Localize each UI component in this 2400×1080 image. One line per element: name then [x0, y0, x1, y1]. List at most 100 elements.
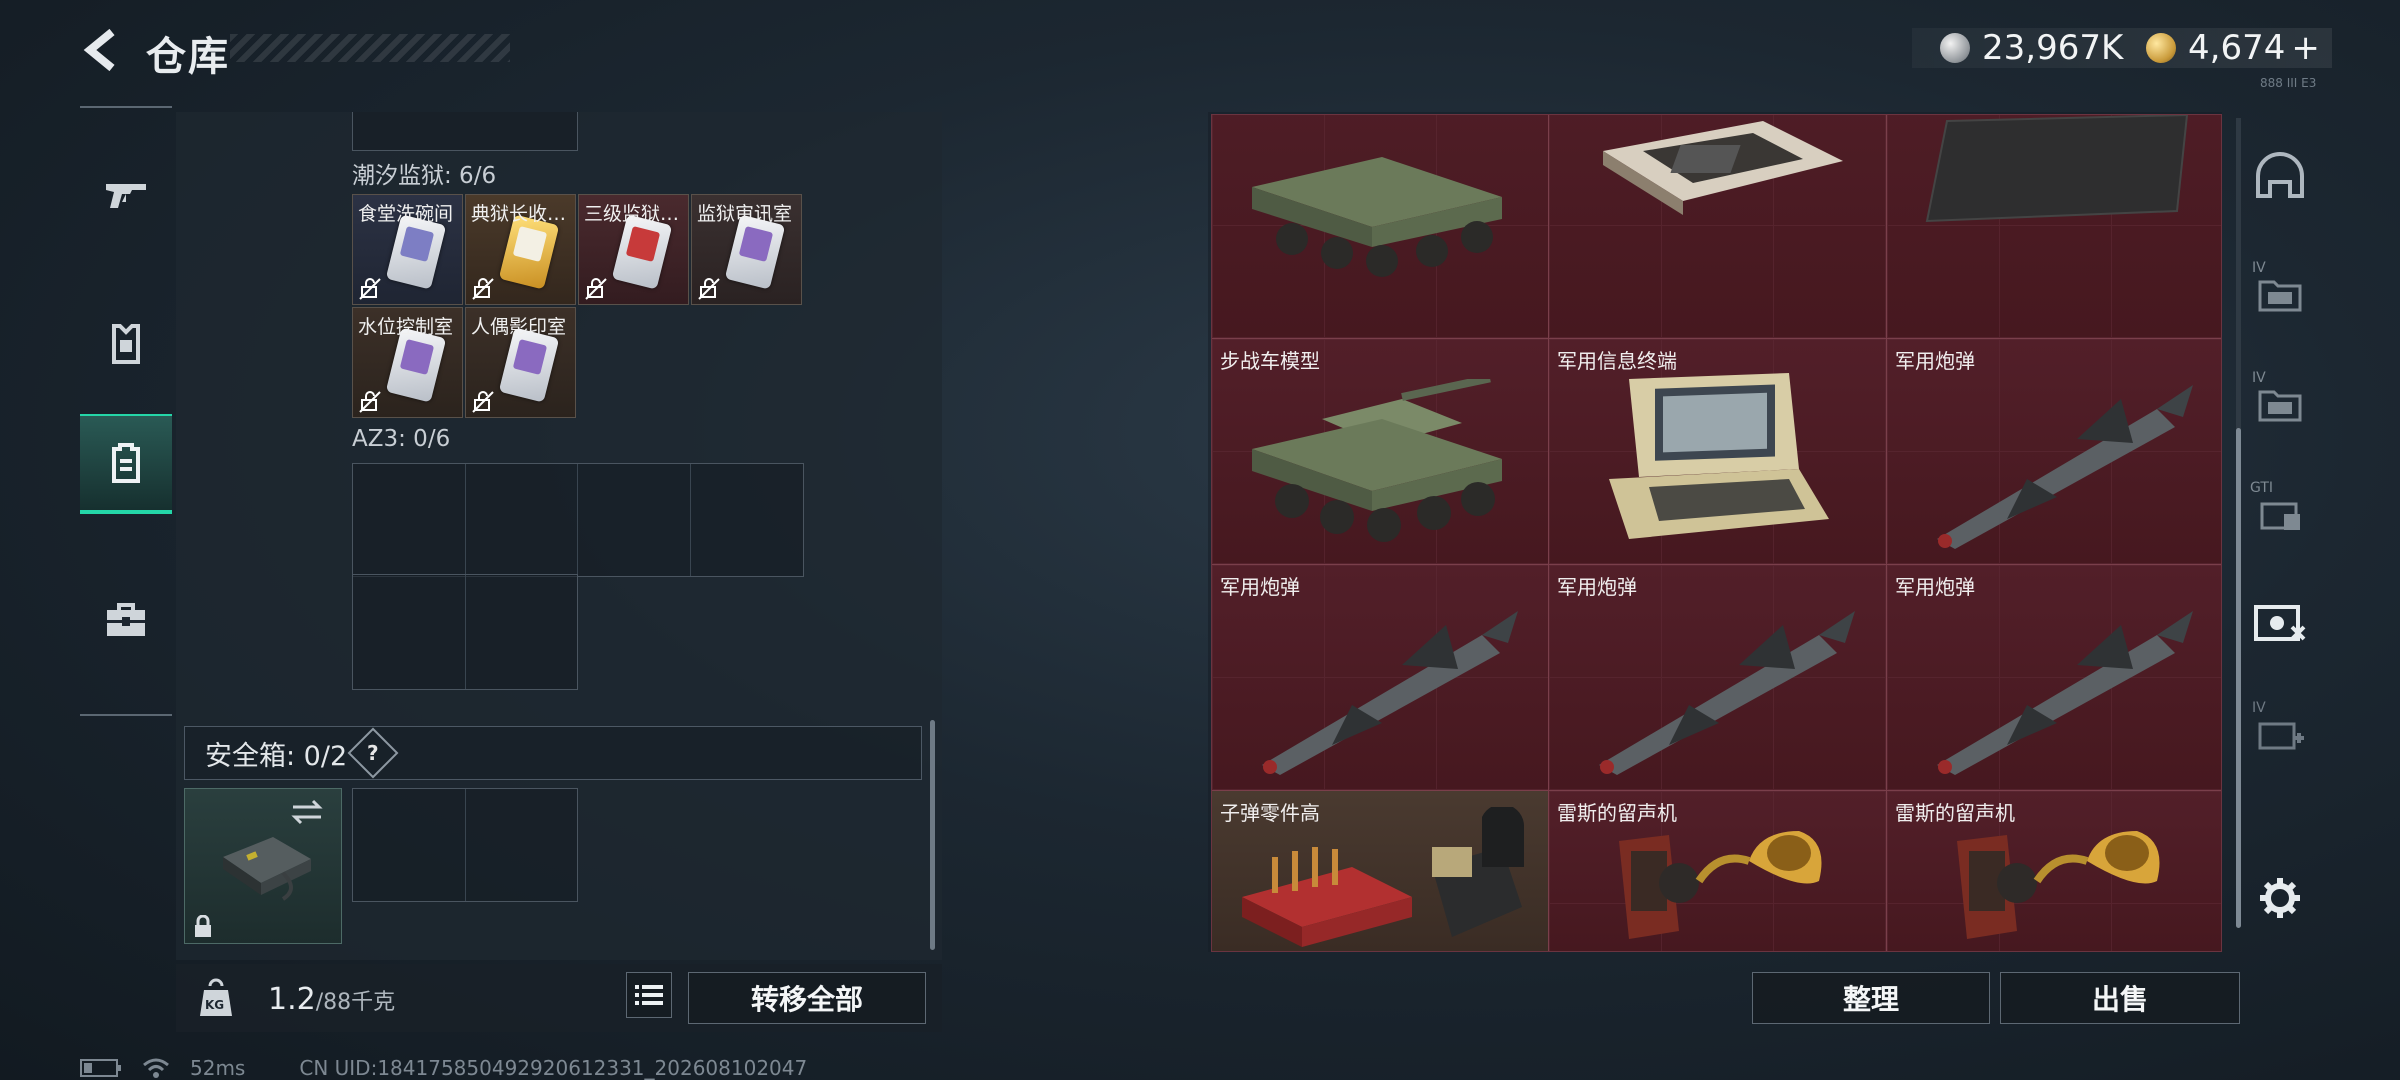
storage-scrollbar-thumb[interactable]	[2236, 428, 2241, 928]
ifv-model-icon	[1252, 379, 1502, 542]
storage-item[interactable]	[1212, 115, 1549, 339]
safe-box-empty-slots[interactable]	[352, 788, 578, 902]
silver-amount: 23,967K	[1982, 28, 2124, 68]
weight-capacity: /88千克	[315, 990, 396, 1015]
filter-folder-iv-1[interactable]: IV	[2242, 252, 2318, 332]
filter-helmets[interactable]	[2242, 136, 2318, 216]
back-button[interactable]	[78, 26, 126, 74]
unlocked-icon	[359, 391, 381, 413]
transfer-all-button[interactable]: 转移全部	[688, 972, 926, 1024]
uid-text: CN UID:18417585049292061233­1_2026081020…	[299, 1056, 808, 1080]
storage-item[interactable]: 雷斯的留声机	[1549, 791, 1887, 951]
toolbox-icon	[107, 603, 145, 636]
list-view-button[interactable]	[626, 972, 672, 1018]
vision-card-icon	[2254, 605, 2306, 641]
settings-icon	[2260, 878, 2300, 918]
key-card-item[interactable]: 人偶影印室	[465, 307, 576, 418]
page-title: 仓库	[146, 34, 230, 80]
nav-weapons[interactable]	[80, 150, 172, 242]
ping-text: 52ms	[190, 1056, 246, 1080]
status-bar: 52ms CN UID:18417585049292061233­1_20260…	[80, 1056, 807, 1080]
key-card-label: 三级监狱…	[584, 203, 680, 225]
tidal-prison-keys-title: 潮汐监狱: 6/6	[352, 163, 497, 189]
gold-amount: 4,674	[2188, 28, 2286, 68]
unlocked-icon	[472, 278, 494, 300]
nav-backpack[interactable]	[80, 414, 172, 514]
storage-item[interactable]: 雷斯的留声机	[1887, 791, 2221, 951]
sell-button[interactable]: 出售	[2000, 972, 2240, 1024]
key-card-item[interactable]: 食堂洗碗间	[352, 194, 463, 305]
safe-box-header: 安全箱: 0/2 ?	[184, 726, 922, 780]
nav-toolbox[interactable]	[80, 574, 172, 666]
silver-currency: 23,967K	[1940, 28, 2123, 68]
military-terminal-icon	[1609, 373, 1829, 539]
gramophone-icon	[1619, 831, 1822, 939]
unlocked-icon	[472, 391, 494, 413]
filter-medkit-iv[interactable]: IV	[2242, 692, 2318, 772]
storage-item[interactable]: 军用信息终端	[1549, 339, 1887, 565]
az3-container-title: AZ3: 0/6	[352, 426, 451, 452]
weight-value: 1.2	[268, 982, 316, 1017]
filter-folder-iv-2[interactable]: IV	[2242, 362, 2318, 442]
helmet-icon	[2256, 152, 2304, 198]
version-text: 888 III E3	[2260, 76, 2317, 90]
unlocked-icon	[698, 278, 720, 300]
filter-gti-card[interactable]: GTI	[2242, 472, 2318, 552]
nav-armor[interactable]	[80, 298, 172, 390]
list-icon	[635, 985, 663, 1005]
artillery-shell-icon	[1937, 611, 2193, 775]
wifi-icon	[143, 1058, 169, 1078]
backpack-icon	[112, 443, 140, 483]
gun-icon	[106, 184, 146, 208]
safe-box-item[interactable]	[184, 788, 342, 944]
gold-coin-icon	[2146, 33, 2176, 63]
key-card-item[interactable]: 监狱审讯室	[691, 194, 802, 305]
left-category-nav	[80, 106, 172, 716]
key-card-item[interactable]: 三级监狱…	[578, 194, 689, 305]
item-label: 步战车模型	[1220, 349, 1320, 373]
key-card-item[interactable]: 水位控制室	[352, 307, 463, 418]
gold-currency[interactable]: 4,674 +	[2146, 28, 2320, 68]
key-card-label: 食堂洗碗间	[358, 203, 454, 225]
battery-icon	[80, 1059, 121, 1077]
previous-container-grid	[352, 112, 578, 151]
fabric-sheet-icon	[1925, 115, 2189, 223]
key-card-label: 水位控制室	[358, 316, 454, 338]
add-gold-button[interactable]: +	[2291, 28, 2320, 68]
storage-scrollbar[interactable]	[2236, 118, 2241, 928]
organize-button[interactable]: 整理	[1752, 972, 1990, 1024]
storage-item[interactable]: 军用炮弹	[1887, 339, 2221, 565]
storage-item[interactable]: 军用炮弹	[1887, 565, 2221, 791]
storage-item[interactable]	[1549, 115, 1887, 339]
key-card-label: 典狱长收…	[471, 203, 567, 225]
storage-item[interactable]	[1887, 115, 2221, 339]
title-decoration	[230, 34, 510, 62]
ammo-parts-icon	[1242, 807, 1525, 947]
artillery-shell-icon	[1262, 611, 1518, 775]
unlocked-icon	[585, 278, 607, 300]
key-card-label: 监狱审讯室	[697, 203, 793, 225]
swap-icon	[291, 799, 323, 825]
gramophone-icon	[1957, 831, 2160, 939]
az3-slots-row1[interactable]	[352, 463, 804, 577]
storage-item[interactable]: 步战车模型	[1212, 339, 1549, 565]
storage-item[interactable]: 军用炮弹	[1549, 565, 1887, 791]
storage-filter-nav: IV IV GTI IV	[2242, 112, 2318, 952]
backpack-scrollbar[interactable]	[930, 720, 935, 950]
storage-item[interactable]: 子弹零件高	[1212, 791, 1549, 951]
filter-vision-card[interactable]	[2242, 582, 2318, 662]
key-card-label: 人偶影印室	[471, 316, 567, 338]
back-arrow-icon	[83, 28, 115, 72]
storage-grid: 步战车模型 军用信息终端 军用炮弹 军用炮弹 军用炮弹 军用炮弹 子弹零件高 雷…	[1211, 114, 2222, 952]
circuit-board-icon	[1603, 121, 1843, 215]
settings-button[interactable]	[2242, 858, 2318, 938]
storage-item[interactable]: 军用炮弹	[1212, 565, 1549, 791]
weight-readout: 1.2/88千克	[268, 982, 395, 1017]
safe-case-icon	[223, 837, 311, 901]
az3-slots-row2[interactable]	[352, 574, 578, 690]
weight-icon: KG	[196, 976, 236, 1020]
unlocked-icon	[359, 278, 381, 300]
artillery-shell-icon	[1599, 611, 1855, 775]
key-card-item[interactable]: 典狱长收…	[465, 194, 576, 305]
help-icon[interactable]: ?	[347, 727, 399, 779]
